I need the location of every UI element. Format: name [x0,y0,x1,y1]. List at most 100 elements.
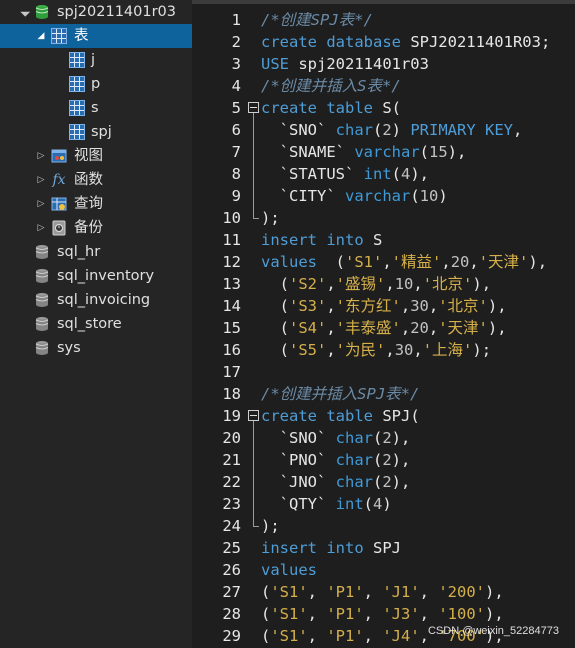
code-token: 'S1' [270,605,308,623]
tree-item-database[interactable]: sql_inventory [0,264,192,288]
code-token: 'S3' [289,297,327,315]
tree-item-table[interactable]: s [0,96,192,120]
code-line[interactable]: 12 values ('S1','精益',20,'天津'), [192,251,575,273]
code-token: ( [372,121,383,139]
tree-item-table[interactable]: p [0,72,192,96]
code-token: '北京' [438,297,488,315]
code-token: SPJ( [382,407,420,425]
code-token: 'J1' [382,583,420,601]
code-line[interactable]: 3 USE spj20211401r03 [192,53,575,75]
table-folder-icon [51,28,67,44]
code-token: , [413,341,423,359]
line-number: 27 [222,583,241,601]
table-label: j [91,52,96,68]
code-token: , [363,583,383,601]
code-line[interactable]: 15 ('S4','丰泰盛',20,'天津'), [192,317,575,339]
view-icon [51,148,67,164]
line-number: 25 [222,539,241,557]
code-token: create table [261,99,383,117]
code-token: ( [372,451,383,469]
code-token: , [363,605,383,623]
code-token: int [335,495,364,513]
code-line[interactable]: 27 ('S1', 'P1', 'J1', '200'), [192,581,575,603]
functions-label: 函数 [74,172,103,188]
code-line[interactable]: 26 values [192,559,575,581]
backups-label: 备份 [74,220,103,236]
code-line[interactable]: 1 /*创建SPJ表*/ [192,9,575,31]
code-token: '200' [438,583,486,601]
expand-arrow-icon[interactable]: ▷ [36,216,46,240]
code-line[interactable]: 9 `CITY` varchar(10) [192,185,575,207]
expand-arrow-icon[interactable]: ▷ [36,192,46,216]
code-line[interactable]: 23 `QTY` int(4) [192,493,575,515]
tree-item-database[interactable]: ◢ spj20211401r03 [0,0,192,24]
tree-item-database[interactable]: sql_hr [0,240,192,264]
tree-item-backups[interactable]: ▷ 备份 [0,216,192,240]
code-token: /*创建并插入S表*/ [261,77,401,95]
fold-toggle-icon[interactable] [248,410,259,421]
database-icon [34,244,50,260]
code-text: `JNO` char(2), [261,471,411,493]
code-line[interactable]: 16 ('S5','为民',30,'上海'); [192,339,575,361]
tree-item-tables[interactable]: ◢ 表 [0,24,192,48]
code-line[interactable]: 13 ('S2','盛锡',10,'北京'), [192,273,575,295]
code-line[interactable]: 19 create table SPJ( [192,405,575,427]
code-token: 'S2' [289,275,327,293]
code-line[interactable]: 2 create database SPJ20211401R03; [192,31,575,53]
line-number: 4 [231,77,241,95]
code-token: ( [391,165,401,183]
code-line[interactable]: 25 insert into SPJ [192,537,575,559]
database-icon [34,4,50,20]
expand-arrow-icon[interactable]: ▷ [36,168,46,192]
code-token: , [428,297,439,315]
code-line[interactable]: 20 `SNO` char(2), [192,427,575,449]
tree-item-database[interactable]: sql_invoicing [0,288,192,312]
code-text: ('S4','丰泰盛',20,'天津'), [261,317,507,339]
code-token: '100' [438,605,486,623]
code-line[interactable]: 4 /*创建并插入S表*/ [192,75,575,97]
tree-item-views[interactable]: ▷ 视图 [0,144,192,168]
code-text: ('S2','盛锡',10,'北京'), [261,273,491,295]
code-line[interactable]: 22 `JNO` char(2), [192,471,575,493]
tree-item-table[interactable]: j [0,48,192,72]
code-line[interactable]: 24); [192,515,575,537]
code-token: 10 [419,187,439,205]
code-token: ), [391,473,411,491]
code-line[interactable]: 6 `SNO` char(2) PRIMARY KEY, [192,119,575,141]
code-token: , [307,583,327,601]
code-text: `QTY` int(4) [261,493,392,515]
fold-toggle-icon[interactable] [248,102,259,113]
code-line[interactable]: 7 `SNAME` varchar(15), [192,141,575,163]
sql-editor[interactable]: 1 /*创建SPJ表*/ 2 create database SPJ20211401R… [192,4,575,648]
line-number: 5 [231,99,241,117]
code-line[interactable]: 21 `PNO` char(2), [192,449,575,471]
expand-arrow-icon[interactable]: ▷ [36,144,46,168]
code-token: char [335,429,373,447]
code-line[interactable]: 28 ('S1', 'P1', 'J3', '100'), [192,603,575,625]
code-line[interactable]: 5 create table S( [192,97,575,119]
code-token: ( [372,429,383,447]
tree-item-table[interactable]: spj [0,120,192,144]
tree-item-database[interactable]: sql_store [0,312,192,336]
code-token: ( [261,341,289,359]
code-line[interactable]: 8 `STATUS` int(4), [192,163,575,185]
code-token: 2 [382,473,392,491]
line-number: 6 [231,121,241,139]
database-label: sql_store [57,316,122,332]
database-label: sys [57,340,81,356]
collapse-arrow-icon[interactable]: ◢ [36,24,46,48]
code-line[interactable]: 10); [192,207,575,229]
tree-item-functions[interactable]: ▷ fx 函数 [0,168,192,192]
code-token: SPJ [372,539,401,557]
code-text: `SNO` char(2) PRIMARY KEY, [261,119,523,141]
line-number: 7 [231,143,241,161]
code-token: , [326,297,336,315]
code-line[interactable]: 17 [192,361,575,383]
tree-item-database[interactable]: sys [0,336,192,360]
queries-label: 查询 [74,196,103,212]
code-line[interactable]: 11 insert into S [192,229,575,251]
tree-item-queries[interactable]: ▷ 查询 [0,192,192,216]
code-line[interactable]: 18 /*创建并插入SPJ表*/ [192,383,575,405]
code-line[interactable]: 14 ('S3','东方红',30,'北京'), [192,295,575,317]
database-icon [34,340,50,356]
